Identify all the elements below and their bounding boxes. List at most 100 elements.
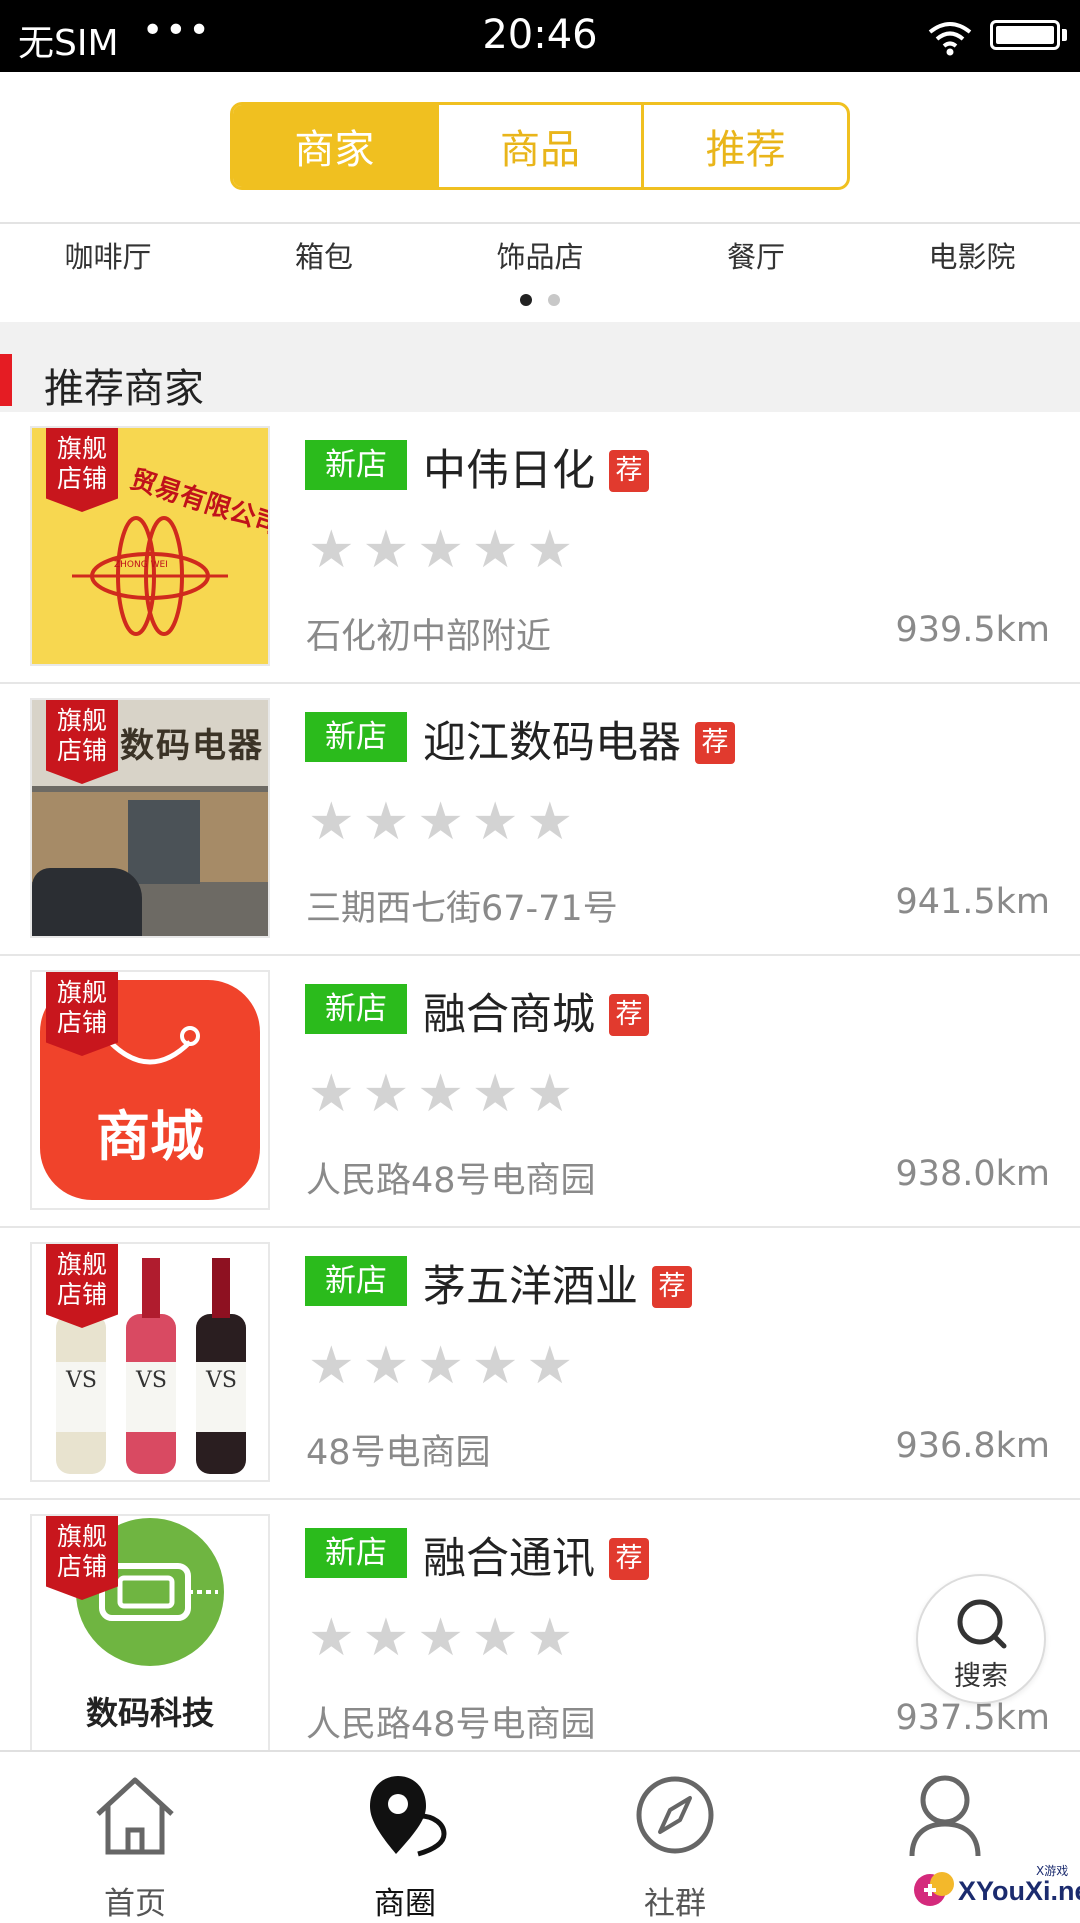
star-icon: ★ <box>526 1608 574 1668</box>
home-icon <box>96 1777 174 1855</box>
shop-name-row[interactable]: 融合通讯荐 <box>423 1524 649 1586</box>
star-icon: ★ <box>471 792 519 852</box>
shop-name-row[interactable]: 茅五洋酒业荐 <box>423 1252 692 1314</box>
star-rating: ★ ★ ★ ★ ★ <box>308 1340 573 1392</box>
recommend-badge: 荐 <box>609 450 649 492</box>
shop-name: 中伟日化 <box>423 446 595 496</box>
page-indicator <box>0 294 1080 308</box>
compass-icon <box>636 1776 714 1854</box>
thumb-text: 数码科技 <box>85 1694 214 1732</box>
shop-address: 三期西七街67-71号 <box>306 889 618 929</box>
recommend-badge: 荐 <box>652 1266 692 1308</box>
star-icon: ★ <box>417 1608 464 1668</box>
shop-address: 48号电商园 <box>306 1433 491 1473</box>
shop-distance: 938.0km <box>895 1154 1050 1194</box>
shop-distance: 941.5km <box>895 882 1050 922</box>
star-icon: ★ <box>308 1608 355 1668</box>
new-store-badge: 新店 <box>305 1528 407 1578</box>
new-store-badge: 新店 <box>305 440 407 490</box>
new-store-badge: 新店 <box>305 712 407 762</box>
page-dot <box>548 294 560 306</box>
tab-home[interactable]: 首页 <box>0 1752 270 1922</box>
shop-name-row[interactable]: 迎江数码电器荐 <box>423 708 735 770</box>
star-icon: ★ <box>471 1336 519 1396</box>
section-header: 推荐商家 <box>0 322 1080 412</box>
shop-name-row[interactable]: 中伟日化荐 <box>423 436 649 498</box>
shop-list: 贸易有限公司 ZHONG WEI 旗舰 店铺 新店 中伟日化荐 ★ ★ ★ ★ ★ 石化… <box>0 412 1080 1750</box>
flagship-badge: 旗舰 店铺 <box>46 1516 118 1600</box>
floating-search-button[interactable]: 搜索 <box>916 1574 1046 1704</box>
category-accessories[interactable]: 饰品店 <box>432 230 648 290</box>
recommend-badge: 荐 <box>609 1538 649 1580</box>
shop-thumbnail: 贸易有限公司 ZHONG WEI 旗舰 店铺 <box>30 426 270 666</box>
label-text: VS <box>136 1368 167 1393</box>
shop-address: 人民路48号电商园 <box>306 1161 596 1201</box>
shop-row[interactable]: 商城 旗舰 店铺 新店 融合商城荐 ★ ★ ★ ★ ★ 人民路48号电商园 938.0k… <box>0 956 1080 1228</box>
tab-label: 首页 <box>104 1886 166 1922</box>
flagship-badge: 旗舰 店铺 <box>46 1244 118 1328</box>
shop-thumbnail: 商城 旗舰 店铺 <box>30 970 270 1210</box>
shop-row[interactable]: 贸易有限公司 ZHONG WEI 旗舰 店铺 新店 中伟日化荐 ★ ★ ★ ★ ★ 石化… <box>0 412 1080 684</box>
star-icon: ★ <box>308 1336 355 1396</box>
shop-name: 茅五洋酒业 <box>423 1262 638 1312</box>
thumb-subtext: ZHONG WEI <box>114 560 168 570</box>
star-icon: ★ <box>526 1064 574 1124</box>
star-icon: ★ <box>417 1336 464 1396</box>
star-icon: ★ <box>471 1608 519 1668</box>
category-bags[interactable]: 箱包 <box>216 230 432 290</box>
star-icon: ★ <box>526 520 574 580</box>
segment-merchants[interactable]: 商家 <box>233 105 436 187</box>
star-icon: ★ <box>362 792 410 852</box>
star-icon: ★ <box>526 1336 574 1396</box>
new-store-badge: 新店 <box>305 1256 407 1306</box>
flagship-badge: 旗舰 店铺 <box>46 428 118 512</box>
divider <box>0 222 1080 224</box>
category-cinema[interactable]: 电影院 <box>864 230 1080 290</box>
shop-name: 迎江数码电器 <box>423 718 681 768</box>
star-icon: ★ <box>362 1336 410 1396</box>
flagship-badge: 旗舰 店铺 <box>46 700 118 784</box>
shop-name-row[interactable]: 融合商城荐 <box>423 980 649 1042</box>
star-icon: ★ <box>417 520 464 580</box>
shop-thumbnail: 数码电器 旗舰 店铺 <box>30 698 270 938</box>
star-icon: ★ <box>417 792 464 852</box>
car-shape <box>32 868 142 936</box>
watermark-text: XYouXi.net <box>958 1876 1080 1906</box>
star-icon: ★ <box>308 520 355 580</box>
gamepad-icon <box>914 1872 954 1906</box>
search-icon <box>957 1599 1007 1649</box>
storefront-door <box>128 800 200 884</box>
status-bar: 无SIM ••• 20:46 <box>0 0 1080 72</box>
star-icon: ★ <box>308 792 355 852</box>
category-strip: 咖啡厅 箱包 饰品店 餐厅 电影院 <box>0 230 1080 290</box>
section-title: 推荐商家 <box>44 366 204 412</box>
label-text: VS <box>66 1368 97 1393</box>
star-rating: ★ ★ ★ ★ ★ <box>308 1068 573 1120</box>
star-icon: ★ <box>362 1608 410 1668</box>
thumb-text: 商城 <box>96 1105 204 1168</box>
new-store-badge: 新店 <box>305 984 407 1034</box>
star-icon: ★ <box>471 520 519 580</box>
shop-row[interactable]: VS VS VS 旗舰 店铺 新店 茅五洋酒业荐 ★ ★ ★ ★ ★ 48号电商园 93… <box>0 1228 1080 1500</box>
tab-community[interactable]: 社群 <box>540 1752 810 1922</box>
flagship-badge: 旗舰 店铺 <box>46 972 118 1056</box>
star-icon: ★ <box>362 1064 410 1124</box>
tab-business-circle[interactable]: 商圈 <box>270 1752 540 1922</box>
star-icon: ★ <box>526 792 574 852</box>
label-text: VS <box>206 1368 237 1393</box>
shop-name: 融合商城 <box>423 990 595 1040</box>
recommend-badge: 荐 <box>609 994 649 1036</box>
star-rating: ★ ★ ★ ★ ★ <box>308 1612 573 1664</box>
segment-products[interactable]: 商品 <box>435 105 642 187</box>
shop-address: 人民路48号电商园 <box>306 1705 596 1745</box>
shop-address: 石化初中部附近 <box>306 617 552 657</box>
category-restaurant[interactable]: 餐厅 <box>648 230 864 290</box>
shop-row[interactable]: 数码电器 旗舰 店铺 新店 迎江数码电器荐 ★ ★ ★ ★ ★ 三期西七街67-71号 … <box>0 684 1080 956</box>
user-icon <box>909 1775 981 1857</box>
category-cafe[interactable]: 咖啡厅 <box>0 230 216 290</box>
shop-distance: 939.5km <box>895 610 1050 650</box>
clock: 20:46 <box>482 12 598 58</box>
battery-icon <box>990 20 1060 50</box>
search-label: 搜索 <box>954 1661 1008 1692</box>
segment-recommended[interactable]: 推荐 <box>641 105 847 187</box>
